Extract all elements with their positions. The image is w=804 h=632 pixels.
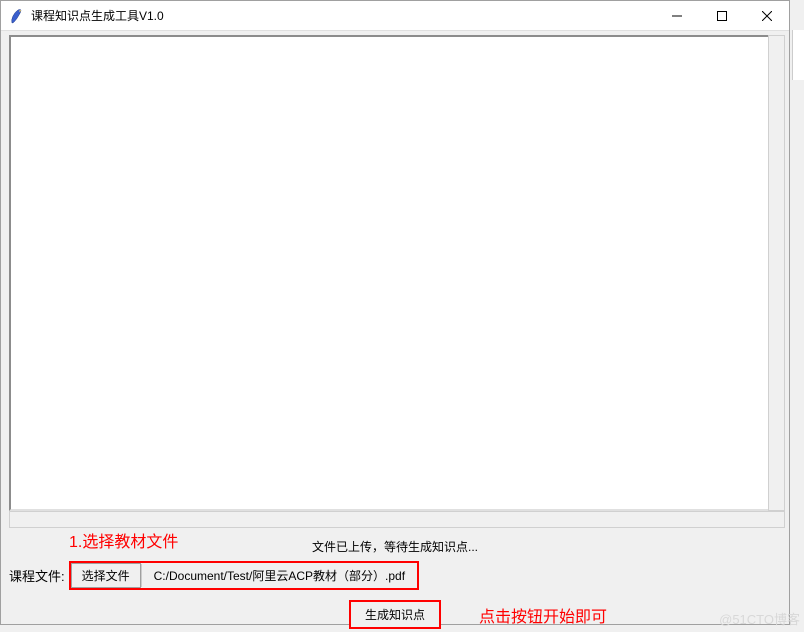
app-window: 课程知识点生成工具V1.0 1.选择教材文件 文件已上传，等待生成知识点... … <box>0 0 790 625</box>
close-button[interactable] <box>744 1 789 30</box>
annotation-step1: 1.选择教材文件 <box>69 528 178 552</box>
titlebar-left: 课程知识点生成工具V1.0 <box>9 7 164 24</box>
side-sliver <box>792 30 804 80</box>
maximize-button[interactable] <box>699 1 744 30</box>
annotation-step2: 点击按钮开始即可 <box>479 603 607 627</box>
file-label: 课程文件: <box>9 566 65 585</box>
app-icon <box>9 8 25 24</box>
generate-row: 生成知识点 点击按钮开始即可 <box>9 600 781 629</box>
titlebar: 课程知识点生成工具V1.0 <box>1 1 789 31</box>
file-row: 课程文件: 选择文件 C:/Document/Test/阿里云ACP教材（部分）… <box>9 561 781 590</box>
minimize-button[interactable] <box>654 1 699 30</box>
watermark: @51CTO博客 <box>719 609 800 628</box>
output-area-container <box>9 35 785 511</box>
generate-button[interactable]: 生成知识点 <box>365 608 425 622</box>
generate-button-highlight: 生成知识点 <box>349 600 441 629</box>
vertical-scrollbar[interactable] <box>768 35 785 511</box>
file-selection-highlight: 选择文件 C:/Document/Test/阿里云ACP教材（部分）.pdf <box>69 561 419 590</box>
file-path-display: C:/Document/Test/阿里云ACP教材（部分）.pdf <box>141 564 417 587</box>
choose-file-button[interactable]: 选择文件 <box>71 563 141 588</box>
bottom-panel: 1.选择教材文件 文件已上传，等待生成知识点... 课程文件: 选择文件 C:/… <box>1 528 789 629</box>
window-title: 课程知识点生成工具V1.0 <box>31 7 164 24</box>
window-controls <box>654 1 789 30</box>
output-textarea[interactable] <box>9 35 768 511</box>
horizontal-scrollbar[interactable] <box>9 511 785 528</box>
